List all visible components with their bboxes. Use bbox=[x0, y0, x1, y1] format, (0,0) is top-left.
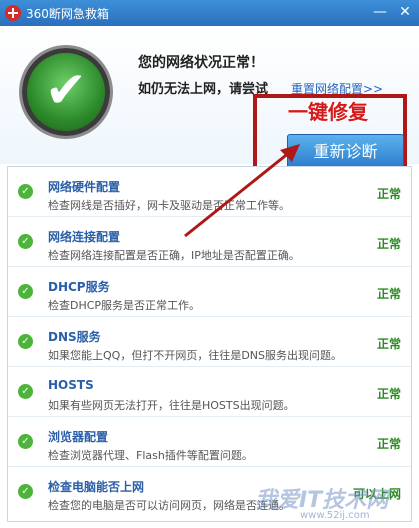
watermark-url: www.52ij.com bbox=[300, 510, 370, 521]
item-description: 检查DHCP服务是否正常工作。 bbox=[48, 299, 201, 312]
item-description: 如果有些网页无法打开，往往是HOSTS出现问题。 bbox=[48, 399, 295, 412]
checkmark-icon: ✔ bbox=[45, 61, 87, 119]
ok-check-icon: ✓ bbox=[18, 184, 33, 199]
list-item: ✓ DNS服务 如果您能上QQ，但打不开网页，往往是DNS服务出现问题。 正常 bbox=[8, 317, 411, 367]
list-item: ✓ DHCP服务 检查DHCP服务是否正常工作。 正常 bbox=[8, 267, 411, 317]
status-message: 您的网络状况正常！ bbox=[138, 55, 264, 71]
one-click-repair-callout: 一键修复 bbox=[288, 100, 368, 124]
item-description: 如果您能上QQ，但打不开网页，往往是DNS服务出现问题。 bbox=[48, 349, 342, 362]
ok-check-icon: ✓ bbox=[18, 484, 33, 499]
item-description: 检查浏览器代理、Flash插件等配置问题。 bbox=[48, 449, 253, 462]
window-title: 360断网急救箱 bbox=[26, 7, 109, 21]
title-bar: 360断网急救箱 — ✕ bbox=[0, 0, 419, 26]
minimize-button[interactable]: — bbox=[370, 3, 390, 21]
item-description: 检查网络连接配置是否正确，IP地址是否配置正确。 bbox=[48, 249, 300, 262]
ok-check-icon: ✓ bbox=[18, 434, 33, 449]
item-status: 正常 bbox=[376, 337, 401, 351]
network-ok-badge: ✔ bbox=[22, 48, 110, 136]
item-description: 检查您的电脑是否可以访问网页，网络是否连通。 bbox=[48, 499, 290, 512]
status-panel: ✔ 您的网络状况正常！ 如仍无法上网，请尝试 重置网络配置>> 一键修复 重新诊… bbox=[0, 26, 419, 184]
app-cross-icon bbox=[5, 5, 21, 21]
close-button[interactable]: ✕ bbox=[395, 3, 415, 21]
ok-check-icon: ✓ bbox=[18, 234, 33, 249]
item-title: DHCP服务 bbox=[48, 280, 110, 294]
ok-check-icon: ✓ bbox=[18, 384, 33, 399]
item-status: 正常 bbox=[376, 187, 401, 201]
item-title: DNS服务 bbox=[48, 330, 101, 344]
item-status: 正常 bbox=[376, 387, 401, 401]
check-list: ✓ 网络硬件配置 检查网线是否插好，网卡及驱动是否正常工作等。 正常 ✓ 网络连… bbox=[7, 166, 412, 522]
item-status: 正常 bbox=[376, 237, 401, 251]
item-title: 网络硬件配置 bbox=[48, 180, 121, 194]
list-item: ✓ 网络连接配置 检查网络连接配置是否正确，IP地址是否配置正确。 正常 bbox=[8, 217, 411, 267]
list-item: ✓ 浏览器配置 检查浏览器代理、Flash插件等配置问题。 正常 bbox=[8, 417, 411, 467]
item-description: 检查网线是否插好，网卡及驱动是否正常工作等。 bbox=[48, 199, 290, 212]
item-title: 网络连接配置 bbox=[48, 230, 121, 244]
rediagnose-button[interactable]: 重新诊断 bbox=[287, 134, 404, 170]
ok-check-icon: ✓ bbox=[18, 334, 33, 349]
item-status: 正常 bbox=[376, 437, 401, 451]
item-title: 浏览器配置 bbox=[48, 430, 109, 444]
item-title: 检查电脑能否上网 bbox=[48, 480, 145, 494]
list-item: ✓ HOSTS 如果有些网页无法打开，往往是HOSTS出现问题。 正常 bbox=[8, 367, 411, 417]
list-item: ✓ 网络硬件配置 检查网线是否插好，网卡及驱动是否正常工作等。 正常 bbox=[8, 167, 411, 217]
status-hint: 如仍无法上网，请尝试 bbox=[138, 82, 269, 97]
ok-check-icon: ✓ bbox=[18, 284, 33, 299]
item-title: HOSTS bbox=[48, 378, 94, 392]
item-status: 正常 bbox=[376, 287, 401, 301]
